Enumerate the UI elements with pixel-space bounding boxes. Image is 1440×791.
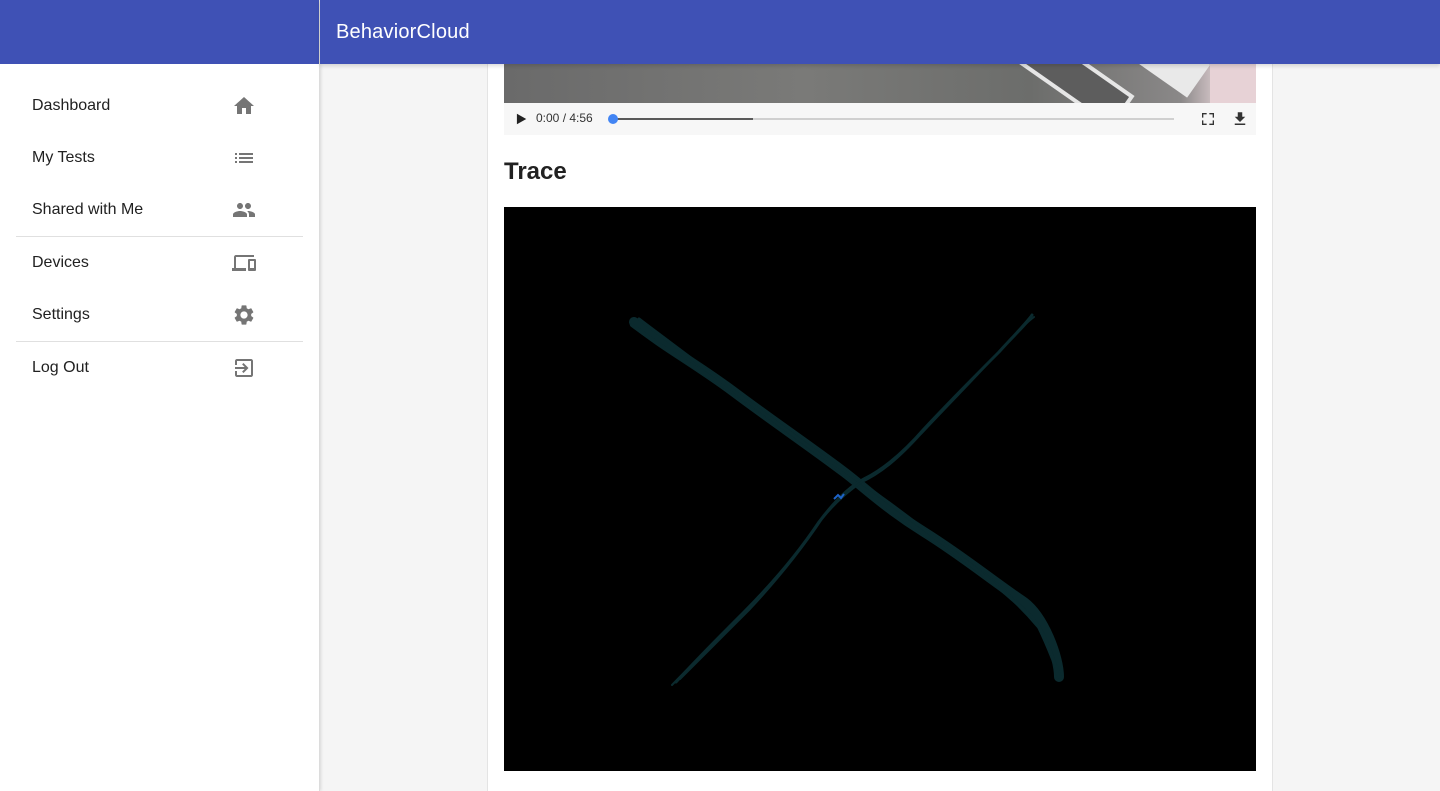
sidebar-item-settings[interactable]: Settings <box>0 289 319 341</box>
sidebar: Dashboard My Tests Shared with Me Device… <box>0 0 320 791</box>
video-controls: 0:00 / 4:56 <box>504 103 1256 135</box>
video-progress-thumb[interactable] <box>608 114 618 124</box>
play-icon[interactable] <box>514 112 528 126</box>
video-buffered-bar <box>612 118 753 120</box>
nav-list: Dashboard My Tests Shared with Me Device… <box>0 64 319 394</box>
list-icon <box>232 146 256 170</box>
video-progress-slider[interactable] <box>608 114 1174 124</box>
trace-background <box>504 207 1256 771</box>
video-time-display: 0:00 / 4:56 <box>536 111 593 125</box>
sidebar-item-dashboard[interactable]: Dashboard <box>0 80 319 132</box>
app-bar: BehaviorCloud <box>320 0 1440 64</box>
devices-icon <box>232 251 256 275</box>
home-icon <box>232 94 256 118</box>
sidebar-item-devices[interactable]: Devices <box>0 237 319 289</box>
gear-icon <box>232 303 256 327</box>
download-icon[interactable] <box>1231 110 1249 128</box>
video-player[interactable] <box>504 64 1256 103</box>
sidebar-item-my-tests[interactable]: My Tests <box>0 132 319 184</box>
sidebar-item-shared-with-me[interactable]: Shared with Me <box>0 184 319 236</box>
fullscreen-icon[interactable] <box>1200 111 1216 127</box>
trace-image <box>504 207 1256 771</box>
exit-icon <box>232 356 256 380</box>
people-icon <box>232 198 256 222</box>
trace-heading: Trace <box>504 158 567 185</box>
trace-plot <box>504 207 1256 771</box>
sidebar-header <box>0 0 319 64</box>
sidebar-item-log-out[interactable]: Log Out <box>0 342 319 394</box>
app-title: BehaviorCloud <box>336 20 470 43</box>
